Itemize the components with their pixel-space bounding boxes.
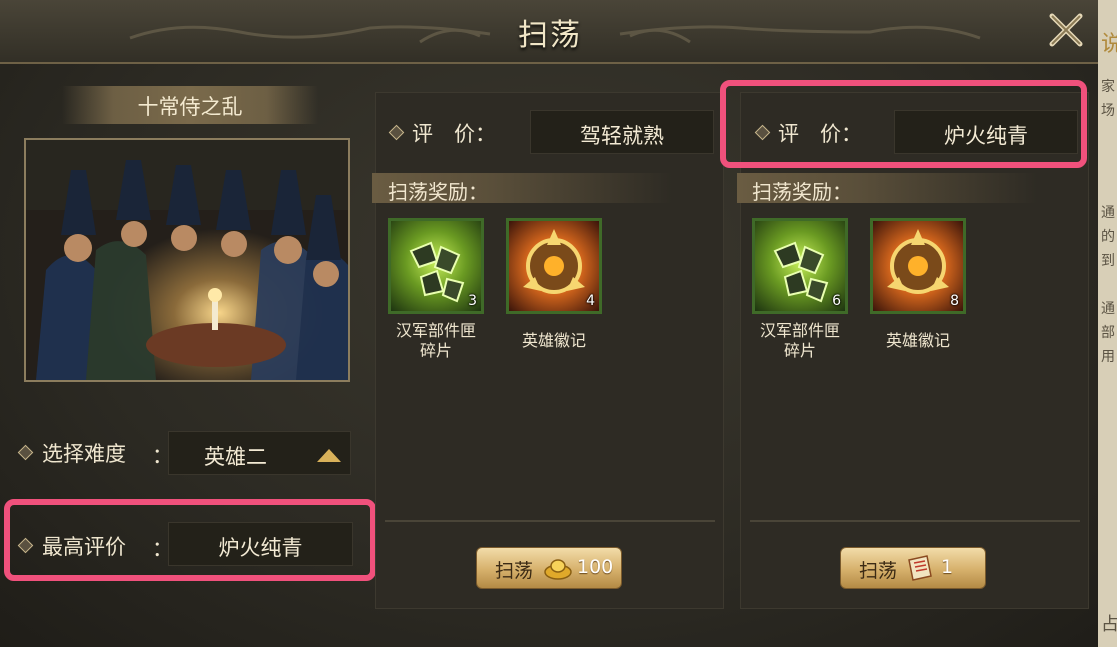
sweep-cost: 1 [941,556,954,578]
reward-name-line: 英雄徽记 [885,331,950,350]
difficulty-label: 选择难度 [42,442,126,466]
rewards-title: 扫荡奖励： [388,180,488,204]
highlight-box [720,80,1087,168]
sweep-button-label: 扫荡 [495,560,534,582]
reward-name: 汉军部件匣 碎片 [376,321,496,361]
strip-char: 占 [1101,614,1117,635]
reward-count: 4 [586,293,595,309]
close-icon [1049,13,1083,47]
strip-char: 的 [1101,229,1115,245]
reward-count: 3 [468,293,477,309]
strip-char: 说 [1101,32,1117,57]
gold-ingot-icon [544,559,572,580]
sweep-cost: 100 [577,556,614,578]
strip-char: 通 [1101,301,1115,317]
strip-char: 到 [1101,253,1115,269]
panel-divider [750,520,1080,522]
sweep-button-scroll[interactable]: 扫荡 1 [840,547,986,589]
reward-name-line: 汉军部件匣 [759,321,840,340]
reward-item-parts[interactable]: 3 [388,218,484,314]
strip-char: 用 [1101,349,1115,365]
panel-divider [385,520,715,522]
reward-name-line: 英雄徽记 [521,331,586,350]
strip-char: 场 [1101,103,1115,119]
sweep-button-label: 扫荡 [859,560,898,582]
rewards-title: 扫荡奖励： [752,180,852,204]
reward-name-line: 碎片 [419,341,452,360]
reward-name-line: 汉军部件匣 [395,321,476,340]
title-bar: 扫荡 [0,0,1100,64]
background-text-strip: 说 家 场 通 的 到 通 部 用 占 [1098,0,1117,647]
chevron-up-icon[interactable] [317,449,341,462]
stage-name: 十常侍之乱 [137,95,243,119]
reward-count: 6 [832,293,841,309]
reward-name: 英雄徽记 [494,331,614,351]
rating-label: 评 价： [412,122,496,146]
rating-value: 驾轻就熟 [530,110,714,154]
reward-item-parts[interactable]: 6 [752,218,848,314]
reward-item-emblem[interactable]: 8 [870,218,966,314]
strip-char: 通 [1101,205,1115,221]
reward-count: 8 [950,293,959,309]
close-button[interactable] [1044,8,1088,52]
reward-name: 英雄徽记 [858,331,978,351]
highlight-box [4,499,376,581]
strip-char: 部 [1101,325,1115,341]
dialog-title: 扫荡 [518,18,582,53]
sweep-scroll-icon [908,555,932,581]
reward-name: 汉军部件匣 碎片 [740,321,860,361]
reward-item-emblem[interactable]: 4 [506,218,602,314]
sweep-button-gold[interactable]: 扫荡 100 [476,547,622,589]
stage-illustration [24,138,350,382]
reward-name-line: 碎片 [783,341,816,360]
strip-char: 家 [1101,79,1115,95]
